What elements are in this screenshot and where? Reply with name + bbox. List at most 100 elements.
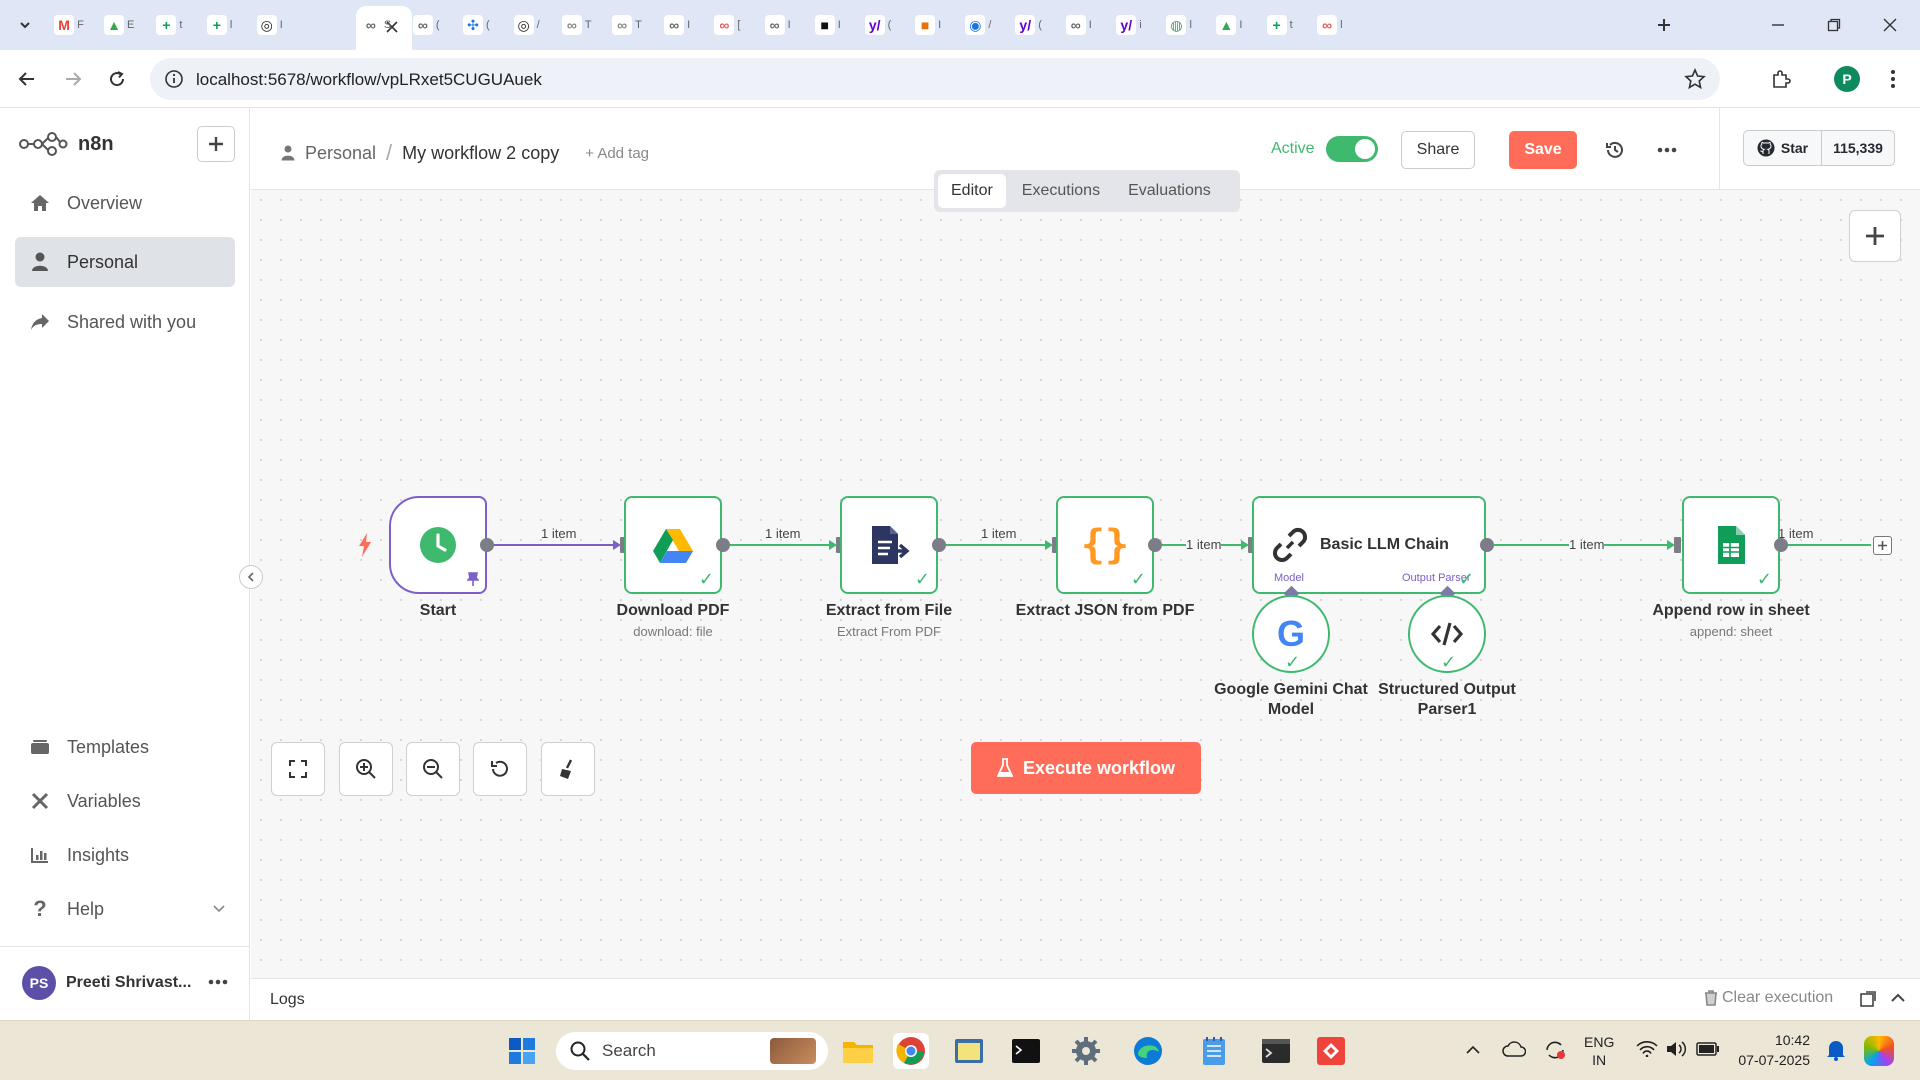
- breadcrumb-project[interactable]: Personal: [305, 143, 376, 164]
- python-idle-icon[interactable]: [951, 1033, 987, 1069]
- browser-tab[interactable]: ◎ /: [504, 8, 550, 42]
- extensions-button[interactable]: [1764, 62, 1798, 96]
- site-info-icon[interactable]: [164, 69, 184, 89]
- taskbar-search[interactable]: Search: [556, 1032, 828, 1070]
- output-handle[interactable]: [932, 538, 946, 552]
- ellipsis-icon[interactable]: [208, 979, 228, 985]
- cloud-icon[interactable]: [1502, 1041, 1526, 1057]
- node-extract-json[interactable]: {} ✓: [1056, 496, 1154, 594]
- zoom-in-button[interactable]: [339, 742, 393, 796]
- address-field[interactable]: localhost:5678/workflow/vpLRxet5CUGUAuek: [150, 58, 1720, 100]
- forward-button[interactable]: [56, 62, 90, 96]
- browser-tab[interactable]: ▲ I: [1206, 8, 1252, 42]
- workflow-menu-button[interactable]: [1648, 131, 1686, 169]
- notepad-icon[interactable]: [1196, 1033, 1232, 1069]
- workflow-canvas[interactable]: Editor Executions Evaluations 1 item 1 i…: [239, 170, 1920, 978]
- save-button[interactable]: Save: [1509, 131, 1577, 169]
- node-download-pdf[interactable]: ✓: [624, 496, 722, 594]
- browser-tab[interactable]: ◉ /: [955, 8, 1001, 42]
- copilot-icon[interactable]: [1864, 1036, 1894, 1066]
- browser-tab[interactable]: ◎ I: [247, 8, 293, 42]
- browser-tab[interactable]: ✣(: [453, 8, 499, 42]
- node-structured-output-parser[interactable]: ✓: [1408, 595, 1486, 673]
- zoom-out-button[interactable]: [406, 742, 460, 796]
- create-new-button[interactable]: [197, 126, 235, 162]
- logs-bar[interactable]: Logs Clear execution: [251, 978, 1920, 1020]
- browser-tab[interactable]: ∞ I: [1056, 8, 1102, 42]
- user-menu[interactable]: PS Preeti Shrivast...: [22, 965, 232, 1001]
- settings-icon[interactable]: [1068, 1033, 1104, 1069]
- sidebar-item-help[interactable]: ? Help: [15, 889, 235, 929]
- sidebar-item-insights[interactable]: Insights: [15, 835, 235, 875]
- tidy-up-button[interactable]: [541, 742, 595, 796]
- share-button[interactable]: Share: [1401, 131, 1475, 169]
- github-star-button[interactable]: Star 115,339: [1743, 130, 1895, 166]
- file-explorer-icon[interactable]: [840, 1033, 876, 1069]
- browser-tab[interactable]: ■ I: [805, 8, 851, 42]
- sync-icon[interactable]: [1543, 1039, 1567, 1061]
- sidebar-item-overview[interactable]: Overview: [15, 178, 235, 228]
- reload-button[interactable]: [100, 62, 134, 96]
- minimize-button[interactable]: [1758, 10, 1798, 40]
- notification-bell-icon[interactable]: [1826, 1039, 1846, 1061]
- browser-tab[interactable]: + t: [1257, 8, 1303, 42]
- chevron-up-icon[interactable]: [1891, 993, 1905, 1003]
- tab-search-button[interactable]: [10, 8, 40, 42]
- browser-menu-button[interactable]: [1876, 62, 1910, 96]
- output-handle[interactable]: [480, 538, 494, 552]
- new-tab-button[interactable]: [1644, 10, 1684, 40]
- execute-workflow-button[interactable]: Execute workflow: [971, 742, 1201, 794]
- browser-tab[interactable]: ∞ T: [554, 8, 600, 42]
- workflow-name[interactable]: My workflow 2 copy: [402, 143, 559, 164]
- close-window-button[interactable]: [1870, 10, 1910, 40]
- browser-tab[interactable]: ■ I: [905, 8, 951, 42]
- node-start[interactable]: [389, 496, 487, 594]
- output-handle[interactable]: [1148, 538, 1162, 552]
- browser-tab[interactable]: MF: [46, 8, 92, 42]
- battery-icon[interactable]: [1696, 1041, 1720, 1057]
- browser-tab[interactable]: ∞ l: [1307, 8, 1353, 42]
- language-indicator[interactable]: ENG IN: [1584, 1033, 1614, 1069]
- chrome-icon[interactable]: [893, 1033, 929, 1069]
- bookmark-star-icon[interactable]: [1684, 68, 1706, 90]
- profile-avatar-button[interactable]: P: [1830, 62, 1864, 96]
- browser-tab[interactable]: ◍ l: [1156, 8, 1202, 42]
- sidebar-item-personal[interactable]: Personal: [15, 237, 235, 287]
- clear-execution-button[interactable]: Clear execution: [1704, 989, 1833, 1007]
- start-button[interactable]: [504, 1033, 540, 1069]
- wifi-icon[interactable]: [1636, 1041, 1658, 1057]
- command-prompt-icon[interactable]: [1258, 1033, 1294, 1069]
- terminal-icon[interactable]: [1008, 1033, 1044, 1069]
- output-handle[interactable]: [1480, 538, 1494, 552]
- browser-tab[interactable]: ∞(: [403, 8, 449, 42]
- add-tag-button[interactable]: + Add tag: [585, 145, 649, 162]
- n8n-logo[interactable]: n8n: [18, 132, 114, 156]
- node-google-gemini[interactable]: G ✓: [1252, 595, 1330, 673]
- anydesk-icon[interactable]: [1313, 1033, 1349, 1069]
- back-button[interactable]: [10, 62, 44, 96]
- browser-tab[interactable]: ∞ I: [755, 8, 801, 42]
- browser-tab[interactable]: ∞ S: [353, 8, 399, 42]
- node-basic-llm-chain[interactable]: Basic LLM Chain Model Output Parser ✓: [1252, 496, 1486, 594]
- browser-tab[interactable]: ∞ I: [654, 8, 700, 42]
- clock[interactable]: 10:42 07-07-2025: [1730, 1030, 1810, 1070]
- browser-tab[interactable]: + l: [197, 8, 243, 42]
- browser-tab[interactable]: ∞ T: [604, 8, 650, 42]
- sidebar-item-shared[interactable]: Shared with you: [15, 297, 235, 347]
- edge-browser-icon[interactable]: [1130, 1033, 1166, 1069]
- restore-button[interactable]: [1814, 10, 1854, 40]
- browser-tab[interactable]: y/(: [1006, 8, 1052, 42]
- browser-tab[interactable]: ∞[: [704, 8, 750, 42]
- node-append-row-sheet[interactable]: ✓: [1682, 496, 1780, 594]
- fit-view-button[interactable]: [271, 742, 325, 796]
- browser-tab[interactable]: y/(: [855, 8, 901, 42]
- node-extract-from-file[interactable]: ✓: [840, 496, 938, 594]
- sidebar-item-variables[interactable]: Variables: [15, 781, 235, 821]
- reset-zoom-button[interactable]: [473, 742, 527, 796]
- browser-tab[interactable]: + t: [146, 8, 192, 42]
- volume-icon[interactable]: [1666, 1040, 1688, 1058]
- output-handle[interactable]: [716, 538, 730, 552]
- popout-icon[interactable]: [1860, 991, 1876, 1007]
- active-toggle[interactable]: [1326, 136, 1378, 162]
- add-next-node-button[interactable]: [1873, 536, 1892, 555]
